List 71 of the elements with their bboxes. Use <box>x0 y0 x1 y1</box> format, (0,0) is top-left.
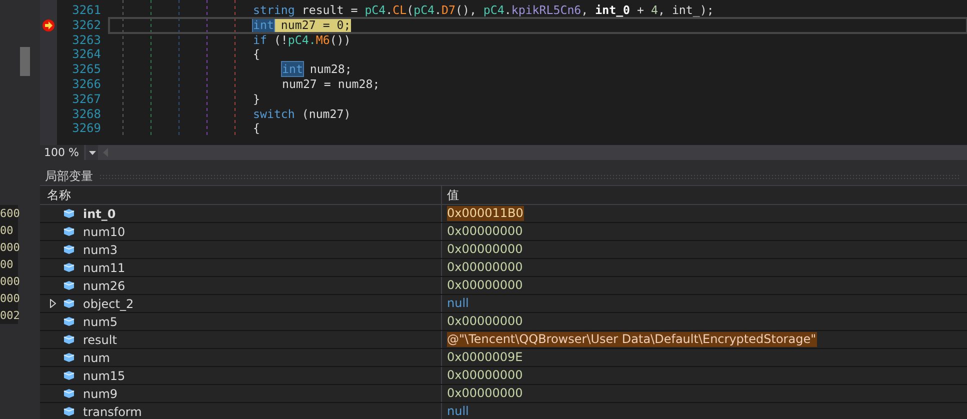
line-number: 3262 <box>71 18 102 33</box>
line-number: 3263 <box>71 32 102 48</box>
line-number: 3267 <box>71 92 102 107</box>
code-line: } <box>252 92 260 107</box>
zoom-dropdown[interactable]: 100 % <box>40 145 84 160</box>
variable-icon <box>63 316 75 327</box>
value-text: 002 <box>0 308 18 324</box>
variable-name: object_2 <box>83 296 134 310</box>
current-statement-arrow-icon <box>42 18 55 32</box>
variable-value: null <box>447 404 470 419</box>
variable-value: null <box>447 296 470 311</box>
line-number: 3269 <box>71 121 102 136</box>
scroll-left-icon[interactable] <box>103 148 108 157</box>
code-line: switch (num27) <box>252 106 351 122</box>
scrollbar-thumb[interactable] <box>20 47 30 76</box>
variable-name: num15 <box>83 368 126 382</box>
variable-icon <box>63 226 75 237</box>
variable-name: num26 <box>83 278 126 292</box>
code-line: if (!pC4.M6()) <box>252 32 351 48</box>
value-text: 000 <box>0 291 18 307</box>
variable-value: 0x00000000 <box>447 278 524 293</box>
variable-icon <box>63 352 75 363</box>
variable-icon <box>63 298 75 309</box>
column-header[interactable]: 名称 <box>40 186 442 204</box>
code-line: string result = pC4.CL(pC4.D7(), pC4.kpikRL5Cn6, int_0 + 4, int_); <box>252 3 714 18</box>
line-number: 3266 <box>71 76 102 92</box>
variable-icon <box>63 262 75 273</box>
code-line: { <box>252 47 260 62</box>
variable-name: num10 <box>83 224 126 238</box>
variable-value: 0x00000000 <box>447 224 524 239</box>
variable-name: num5 <box>83 314 118 328</box>
variable-value: @"\Tencent\QQBrowser\User Data\Default\EncryptedStorage" <box>447 332 818 347</box>
variable-value: 0x00000000 <box>447 260 524 275</box>
value-text: 600 <box>0 206 18 222</box>
variable-value: 0x0000009E <box>447 350 524 365</box>
line-number: 3268 <box>71 106 102 122</box>
variable-icon <box>63 244 75 255</box>
variable-icon <box>63 370 75 381</box>
variable-value: 0x00000000 <box>447 368 524 383</box>
variable-name: num <box>83 350 110 364</box>
value-text: 000 <box>0 274 18 290</box>
panel-title: 局部变量 <box>44 168 94 185</box>
variable-value: 0x00000000 <box>447 386 524 401</box>
variable-name: result <box>83 332 117 346</box>
code-line: int num28; <box>281 62 352 77</box>
zoom-caret-button[interactable] <box>86 145 98 160</box>
value-text: 00 <box>0 223 14 239</box>
line-number: 3265 <box>71 62 102 77</box>
caret-icon <box>88 150 96 154</box>
line-number: 3264 <box>71 47 102 62</box>
variable-name: int_0 <box>83 206 116 220</box>
code-line: num27 = num28; <box>281 76 380 92</box>
value-text: 00 <box>0 257 14 273</box>
variable-name: num11 <box>83 260 126 274</box>
variable-icon <box>63 406 75 417</box>
code-line: { <box>252 121 260 136</box>
variable-name: num3 <box>83 242 118 256</box>
value-text: 000 <box>0 240 18 256</box>
code-line: int num27 = 0; <box>252 18 351 33</box>
variable-value: 0x00000000 <box>447 314 524 329</box>
expand-arrow-icon[interactable] <box>50 299 56 308</box>
variable-value: 0x000011B0 <box>447 206 524 221</box>
variable-name: num9 <box>83 386 118 400</box>
column-header[interactable]: 值 <box>442 186 967 204</box>
line-number: 3261 <box>71 3 102 18</box>
variable-value: 0x00000000 <box>447 242 524 257</box>
variable-icon <box>63 208 75 219</box>
variable-icon <box>63 334 75 345</box>
variable-icon <box>63 280 75 291</box>
variable-icon <box>63 388 75 399</box>
variable-name: transform <box>83 404 142 418</box>
